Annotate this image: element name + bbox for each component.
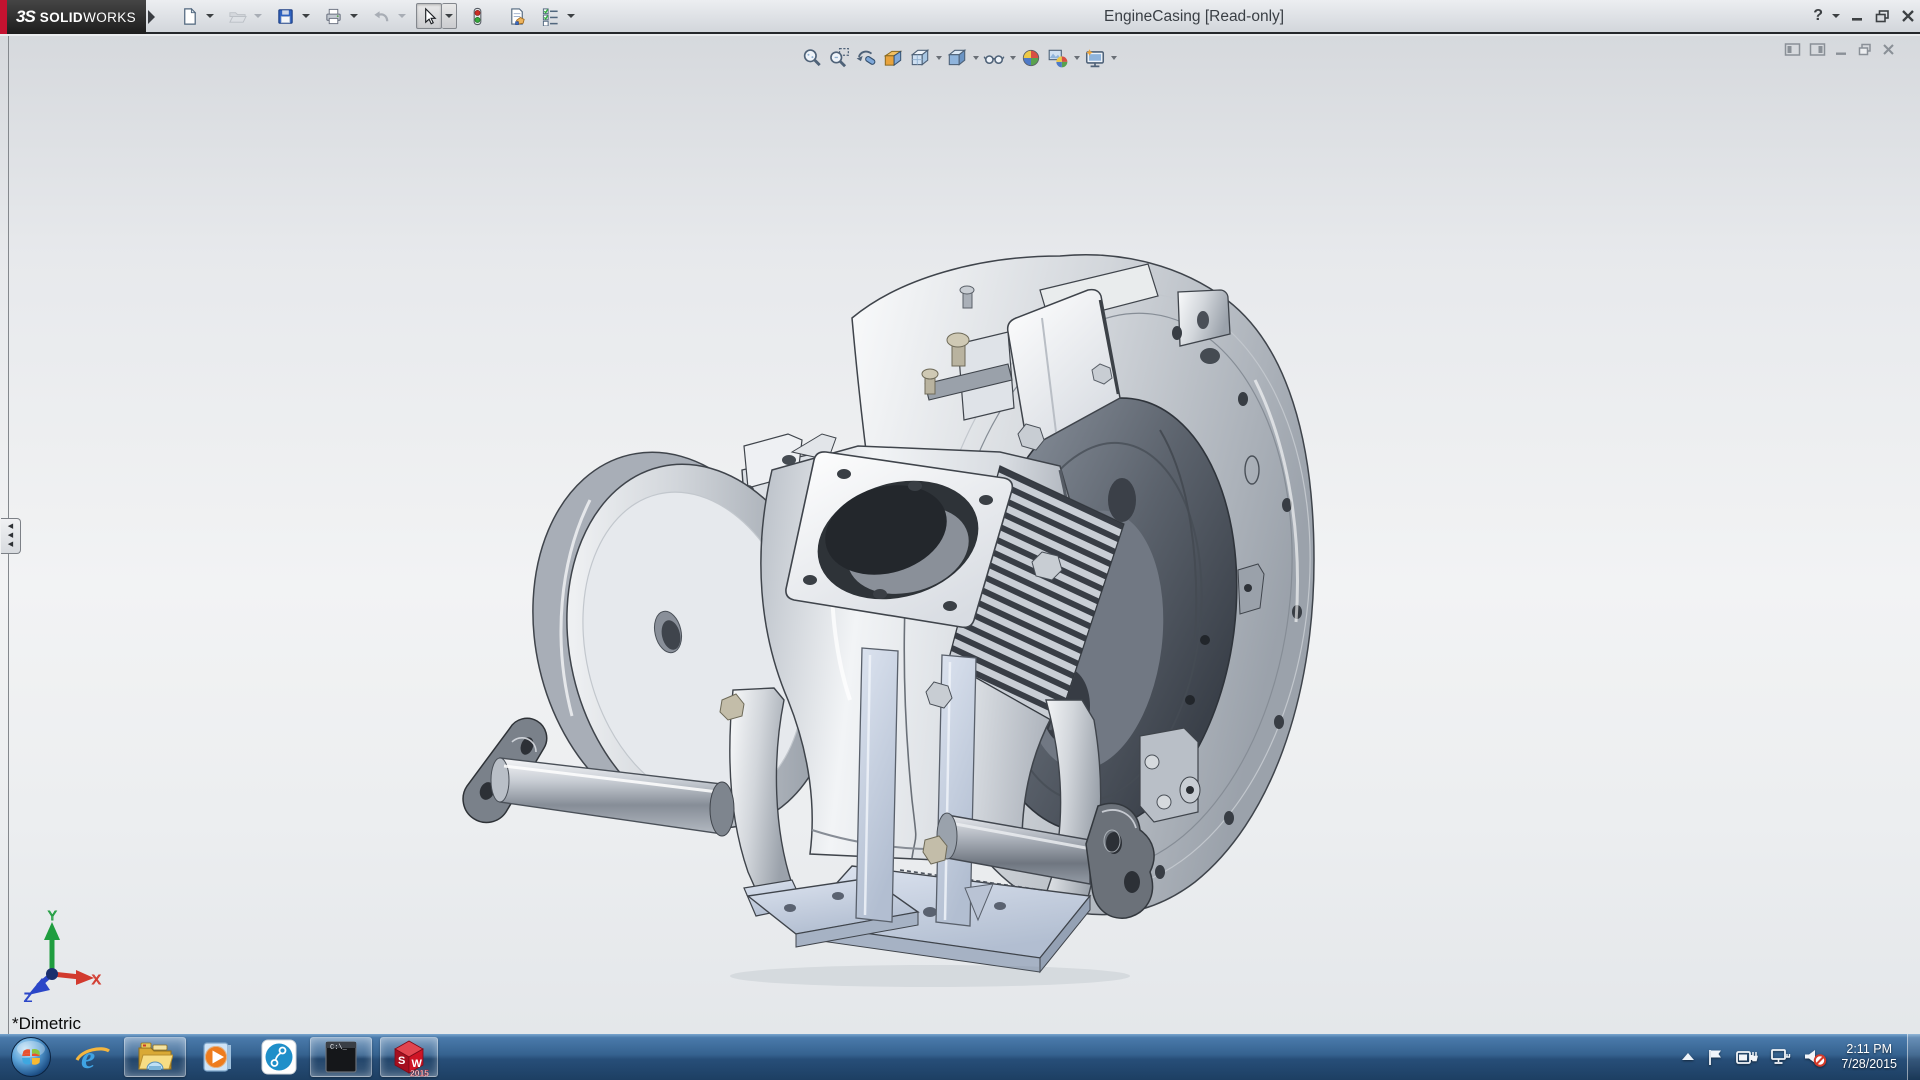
taskbar-media-player[interactable] (194, 1035, 240, 1079)
open-document-button[interactable] (224, 3, 250, 29)
restore-icon (1874, 8, 1891, 24)
select-cursor-icon (420, 7, 439, 26)
windows-start-icon (10, 1036, 52, 1078)
command-prompt-glyph: C:\_ (330, 1044, 347, 1052)
volume-muted-icon[interactable] (1803, 1048, 1827, 1067)
internet-explorer-icon: e (74, 1038, 112, 1076)
system-tray: 2:11 PM 7/28/2015 (1675, 1034, 1920, 1080)
save-caret[interactable] (298, 3, 313, 29)
restore-button[interactable] (1874, 5, 1891, 27)
connected-nodes-icon (261, 1039, 297, 1075)
file-properties-icon (508, 7, 527, 26)
solidworks-window: 3S SOLIDWORKS (0, 0, 1920, 1080)
triad-z-label: Z (24, 990, 32, 1002)
undo-caret[interactable] (394, 3, 409, 29)
new-document-button[interactable] (176, 3, 202, 29)
select-tool-button[interactable] (416, 3, 442, 29)
tray-clock[interactable]: 2:11 PM 7/28/2015 (1841, 1042, 1897, 1072)
taskbar-connected-nodes-app[interactable] (256, 1035, 302, 1079)
open-document-icon (228, 7, 247, 26)
windows-taskbar: e (0, 1034, 1920, 1080)
minimize-button[interactable] (1849, 5, 1865, 27)
svg-text:2015: 2015 (410, 1068, 429, 1077)
intake-flange-plate[interactable] (786, 452, 1012, 627)
clock-time: 2:11 PM (1841, 1042, 1897, 1057)
power-status-icon[interactable] (1736, 1049, 1758, 1066)
minimize-icon (1849, 8, 1865, 24)
window-controls: ? (1813, 5, 1916, 27)
menu-flyout-arrow-icon[interactable] (148, 10, 155, 24)
network-icon (1770, 1048, 1791, 1066)
orientation-triad: Y X Z (12, 910, 102, 1002)
taskbar-command-prompt[interactable]: C:\_ (310, 1037, 372, 1077)
options-caret[interactable] (563, 3, 578, 29)
logo-mark: 3S (16, 7, 35, 27)
taskbar-internet-explorer[interactable]: e (70, 1035, 116, 1079)
speaker-mute-icon (1803, 1048, 1827, 1067)
close-button[interactable] (1900, 5, 1916, 27)
show-desktop-button[interactable] (1907, 1034, 1920, 1080)
options-button[interactable] (537, 3, 563, 29)
battery-plug-icon (1736, 1049, 1758, 1066)
view-orientation-label: *Dimetric (12, 1014, 81, 1034)
help-button[interactable]: ? (1813, 5, 1823, 27)
chevron-up-icon (1681, 1052, 1695, 1062)
taskbar-windows-explorer[interactable] (124, 1037, 186, 1077)
undo-button[interactable] (368, 3, 394, 29)
print-icon (324, 7, 343, 26)
start-button[interactable] (8, 1034, 54, 1080)
open-document-caret[interactable] (250, 3, 265, 29)
windows-explorer-icon (137, 1040, 173, 1074)
help-caret[interactable] (1832, 5, 1840, 27)
network-status-icon[interactable] (1770, 1048, 1791, 1066)
document-title: EngineCasing [Read-only] (1104, 8, 1284, 26)
svg-text:e: e (81, 1039, 95, 1075)
options-checklist-icon (541, 7, 560, 26)
new-document-icon (180, 7, 199, 26)
print-button[interactable] (320, 3, 346, 29)
graphics-viewport[interactable]: ◀◀◀ (0, 36, 1920, 1034)
taskbar-solidworks[interactable]: S W 2015 (380, 1037, 438, 1077)
solidworks-logo[interactable]: 3S SOLIDWORKS (0, 0, 146, 34)
save-button[interactable] (272, 3, 298, 29)
undo-icon (372, 7, 391, 26)
clock-date: 7/28/2015 (1841, 1057, 1897, 1072)
main-toolbar (176, 3, 578, 29)
svg-text:S: S (398, 1055, 405, 1067)
action-center-button[interactable] (1707, 1048, 1724, 1066)
taskbar-apps: e (0, 1034, 438, 1080)
media-player-icon (199, 1039, 235, 1075)
engine-casing-model[interactable] (0, 36, 1920, 1034)
show-hidden-icons-button[interactable] (1681, 1052, 1695, 1062)
triad-y-label: Y (48, 910, 57, 923)
print-caret[interactable] (346, 3, 361, 29)
rebuild-button[interactable] (464, 3, 490, 29)
new-document-caret[interactable] (202, 3, 217, 29)
file-properties-button[interactable] (504, 3, 530, 29)
select-tool-caret[interactable] (442, 3, 457, 29)
flag-icon (1707, 1048, 1724, 1066)
rebuild-stoplight-icon (468, 7, 487, 26)
logo-name: SOLIDWORKS (40, 10, 136, 25)
save-icon (276, 7, 295, 26)
title-bar: 3S SOLIDWORKS (0, 0, 1920, 34)
logo-red-stripe (0, 0, 7, 34)
solidworks-2015-icon: S W 2015 (389, 1037, 429, 1077)
triad-x-label: X (92, 972, 101, 987)
close-icon (1900, 8, 1916, 24)
